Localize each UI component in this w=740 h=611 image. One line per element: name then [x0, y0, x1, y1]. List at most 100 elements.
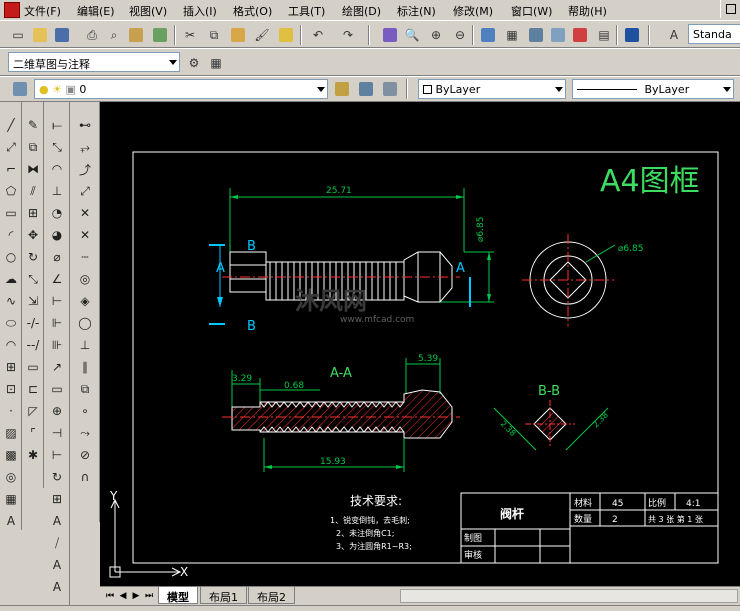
block-editor-icon[interactable]: [276, 25, 296, 45]
text-style-icon[interactable]: A: [664, 25, 684, 45]
drawing-viewport[interactable]: A4图框 25.71 ⌀6.85 B B A A ⌀6.85 沐风网 www.m…: [100, 102, 740, 586]
tab-layout2[interactable]: 布局2: [248, 587, 295, 604]
print-preview-icon[interactable]: ⌕: [104, 25, 124, 45]
snap-parallel-icon[interactable]: ∥: [76, 358, 94, 376]
region-icon[interactable]: ◎: [2, 468, 20, 486]
linetype-select[interactable]: ByLayer: [572, 79, 734, 99]
spline-icon[interactable]: ∿: [2, 292, 20, 310]
layer-states-icon[interactable]: [380, 79, 400, 99]
next-tab-icon[interactable]: ▶: [130, 589, 142, 603]
ellipse-arc-icon[interactable]: ◠: [2, 336, 20, 354]
make-layer-current-icon[interactable]: [332, 79, 352, 99]
menu-dimension[interactable]: 标注(N): [397, 3, 436, 19]
prev-tab-icon[interactable]: ◀: [117, 589, 129, 603]
osnap-settings-icon[interactable]: ∩: [76, 468, 94, 486]
arc-icon[interactable]: ◜: [2, 226, 20, 244]
dim-edit-icon[interactable]: ⊣: [48, 424, 66, 442]
workspace-settings-icon[interactable]: ⚙: [184, 53, 204, 73]
continue-icon[interactable]: ⊪: [48, 336, 66, 354]
ordinate-icon[interactable]: ⊥: [48, 182, 66, 200]
arc-length-icon[interactable]: ◠: [48, 160, 66, 178]
move-icon[interactable]: ✥: [24, 226, 42, 244]
point-icon[interactable]: ·: [2, 402, 20, 420]
tolerance-icon[interactable]: ▭: [48, 380, 66, 398]
undo-icon[interactable]: ↶: [308, 25, 328, 45]
find-icon[interactable]: A: [48, 556, 66, 574]
revcloud-icon[interactable]: ☁: [2, 270, 20, 288]
polyline-icon[interactable]: ⌐: [2, 160, 20, 178]
ellipse-icon[interactable]: ⬭: [2, 314, 20, 332]
fillet-icon[interactable]: ⌜: [24, 424, 42, 442]
zoom-previous-icon[interactable]: ⊖: [450, 25, 470, 45]
circle-icon[interactable]: ○: [2, 248, 20, 266]
snap-tangent-icon[interactable]: ◯: [76, 314, 94, 332]
tab-model[interactable]: 模型: [158, 587, 198, 604]
calculator-icon[interactable]: ▤: [594, 25, 614, 45]
snap-center-icon[interactable]: ◎: [76, 270, 94, 288]
extend-icon[interactable]: --/: [24, 336, 42, 354]
rectangle-icon[interactable]: ▭: [2, 204, 20, 222]
break-icon[interactable]: ▭: [24, 358, 42, 376]
aligned-dimension-icon[interactable]: ⤡: [48, 138, 66, 156]
3d-dwf-icon[interactable]: [150, 25, 170, 45]
last-tab-icon[interactable]: ⏭: [143, 589, 155, 603]
zoom-realtime-icon[interactable]: 🔍: [402, 25, 422, 45]
menu-window[interactable]: 窗口(W): [511, 3, 552, 19]
snap-node-icon[interactable]: ∘: [76, 402, 94, 420]
chamfer-icon[interactable]: ◸: [24, 402, 42, 420]
angular-icon[interactable]: ∠: [48, 270, 66, 288]
snap-insert-icon[interactable]: ⧉: [76, 380, 94, 398]
snap-intersection-icon[interactable]: ✕: [76, 204, 94, 222]
markup-icon[interactable]: [570, 25, 590, 45]
snap-quadrant-icon[interactable]: ◈: [76, 292, 94, 310]
gradient-icon[interactable]: ▩: [2, 446, 20, 464]
menu-tools[interactable]: 工具(T): [288, 3, 325, 19]
table-icon[interactable]: ▦: [2, 490, 20, 508]
menu-insert[interactable]: 插入(I): [183, 3, 217, 19]
scale-text-icon[interactable]: A: [48, 578, 66, 596]
mirror-icon[interactable]: ⧓: [24, 160, 42, 178]
stretch-icon[interactable]: ⇲: [24, 292, 42, 310]
dim-update-icon[interactable]: ↻: [48, 468, 66, 486]
tool-palettes-icon[interactable]: [526, 25, 546, 45]
menu-view[interactable]: 视图(V): [129, 3, 167, 19]
erase-icon[interactable]: ✎: [24, 116, 42, 134]
menu-file[interactable]: 文件(F): [24, 3, 61, 19]
dim-style-icon[interactable]: ⊞: [48, 490, 66, 508]
radius-icon[interactable]: ◔: [48, 204, 66, 222]
workspace-select[interactable]: 二维草图与注释: [8, 52, 180, 72]
trim-icon[interactable]: -/-: [24, 314, 42, 332]
mtext-icon[interactable]: A: [2, 512, 20, 530]
snap-perpendicular-icon[interactable]: ⊥: [76, 336, 94, 354]
rotate-icon[interactable]: ↻: [24, 248, 42, 266]
design-center-icon[interactable]: ▦: [502, 25, 522, 45]
snap-midpoint-icon[interactable]: ⤢: [76, 182, 94, 200]
snap-extension-icon[interactable]: ┄: [76, 248, 94, 266]
menu-format[interactable]: 格式(O): [233, 3, 272, 19]
diameter-icon[interactable]: ⌀: [48, 248, 66, 266]
linear-dimension-icon[interactable]: ⟝: [48, 116, 66, 134]
quick-dim-icon[interactable]: ⊢: [48, 292, 66, 310]
menu-edit[interactable]: 编辑(E): [77, 3, 115, 19]
snap-none-icon[interactable]: ⊘: [76, 446, 94, 464]
explode-icon[interactable]: ✱: [24, 446, 42, 464]
sheet-set-icon[interactable]: [548, 25, 568, 45]
properties-icon[interactable]: [478, 25, 498, 45]
jogged-icon[interactable]: ◕: [48, 226, 66, 244]
text-style-select[interactable]: Standa: [688, 24, 740, 44]
text-edit-icon[interactable]: ⧸: [48, 534, 66, 552]
menu-help[interactable]: 帮助(H): [568, 3, 607, 19]
text-icon[interactable]: A: [48, 512, 66, 530]
zoom-window-icon[interactable]: ⊕: [426, 25, 446, 45]
menu-draw[interactable]: 绘图(D): [342, 3, 381, 19]
baseline-icon[interactable]: ⊩: [48, 314, 66, 332]
polygon-icon[interactable]: ⬠: [2, 182, 20, 200]
app-icon[interactable]: [4, 2, 20, 18]
publish-icon[interactable]: [126, 25, 146, 45]
layer-manager-icon[interactable]: [10, 79, 30, 99]
layer-previous-icon[interactable]: [356, 79, 376, 99]
center-mark-icon[interactable]: ⊕: [48, 402, 66, 420]
temp-track-icon[interactable]: ⊷: [76, 116, 94, 134]
open-icon[interactable]: [30, 25, 50, 45]
array-icon[interactable]: ⊞: [24, 204, 42, 222]
